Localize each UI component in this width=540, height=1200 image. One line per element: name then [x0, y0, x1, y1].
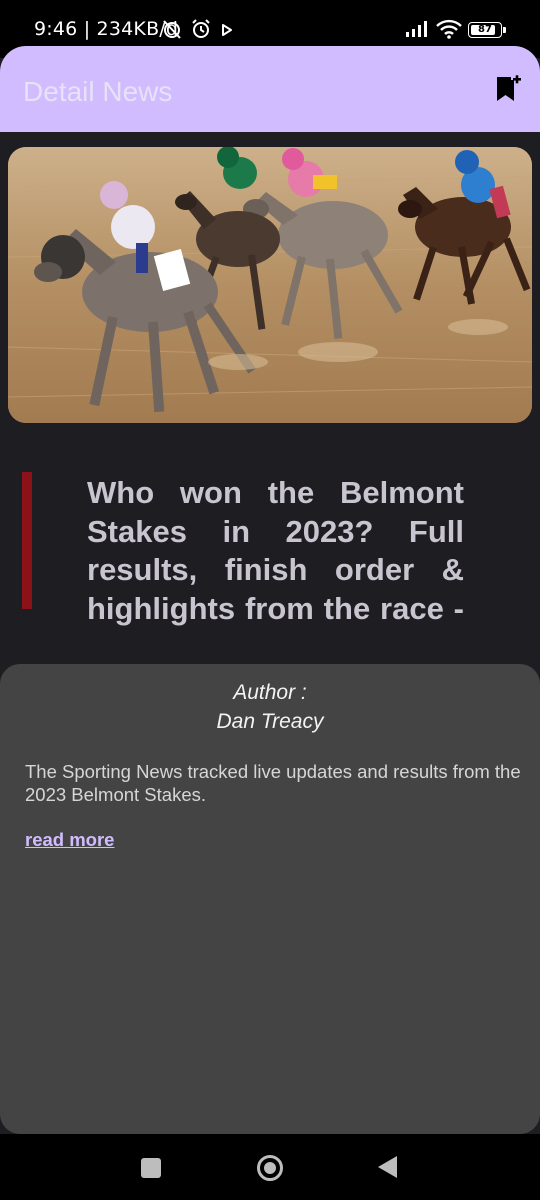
- headline-accent-bar: [22, 472, 32, 609]
- wifi-icon: [436, 19, 462, 39]
- article-description: The Sporting News tracked live updates a…: [25, 761, 521, 805]
- battery-icon: 87: [468, 22, 506, 38]
- battery-level: 87: [478, 24, 492, 35]
- article-details-card: Author : Dan Treacy The Sporting News tr…: [0, 664, 540, 1134]
- recents-button[interactable]: [141, 1158, 161, 1178]
- article-image: [8, 147, 532, 423]
- back-button[interactable]: [378, 1156, 397, 1178]
- horse-race-photo: [8, 147, 532, 423]
- read-more-link[interactable]: read more: [25, 829, 114, 851]
- status-time-speed: 9:46 | 234KB/d: [34, 18, 179, 40]
- home-button[interactable]: [257, 1155, 283, 1181]
- author-label: Author :: [233, 681, 307, 704]
- signal-icon: [406, 21, 427, 37]
- app-bar: Detail News: [0, 46, 540, 132]
- article-headline: Who won the Belmont Stakes in 2023? Full…: [87, 475, 464, 634]
- play-icon: [222, 24, 232, 36]
- author-name: Dan Treacy: [216, 710, 324, 733]
- alarm-icon: [192, 19, 210, 38]
- system-nav-bar: [0, 1134, 540, 1200]
- page-title: Detail News: [23, 76, 173, 107]
- bookmark-add-icon[interactable]: [494, 74, 522, 104]
- alarm-off-icon: [163, 20, 181, 39]
